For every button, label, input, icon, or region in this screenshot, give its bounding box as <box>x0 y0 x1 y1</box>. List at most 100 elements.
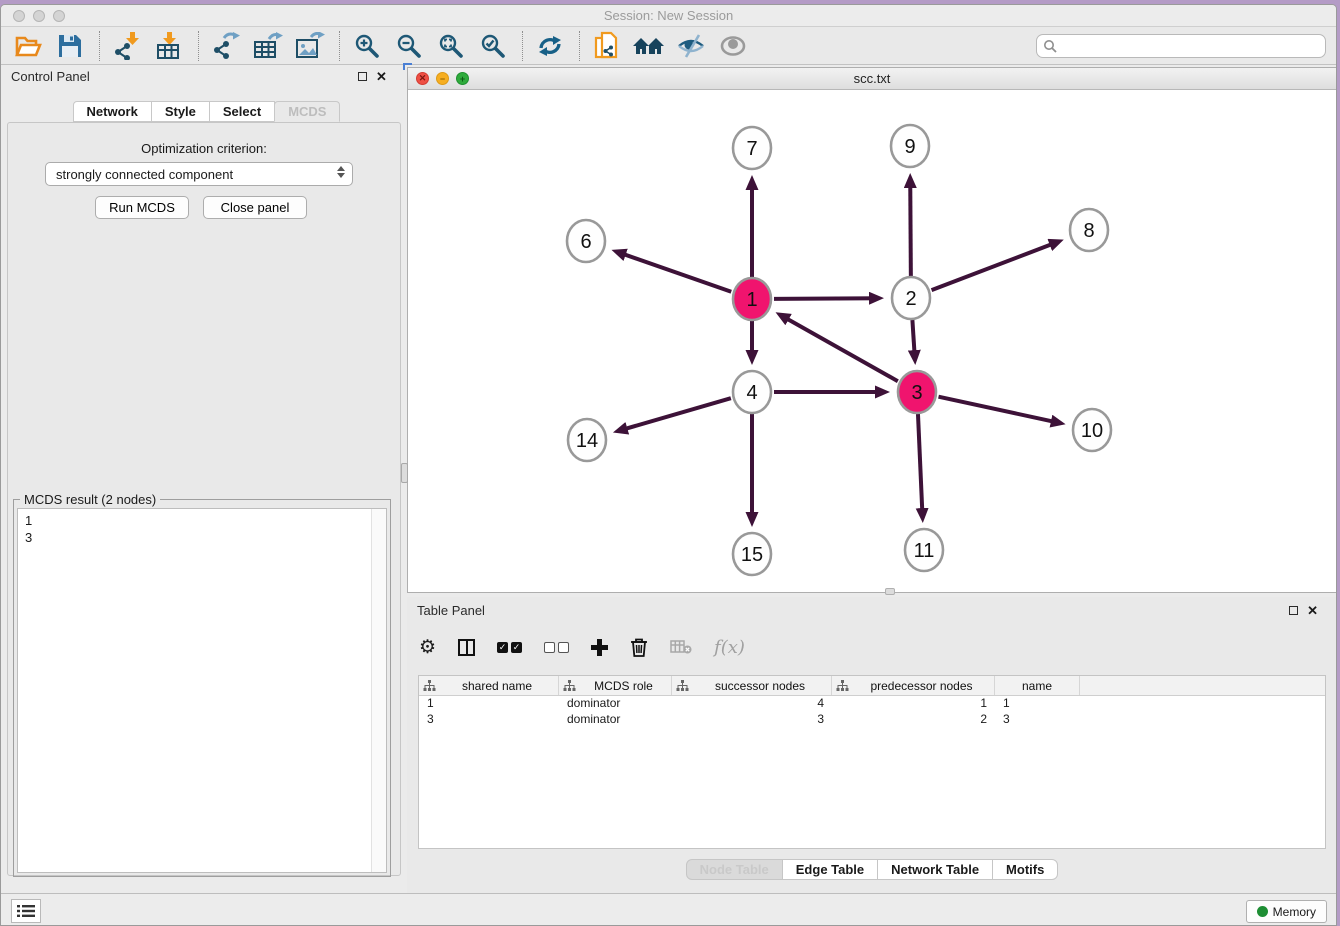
svg-text:9: 9 <box>904 136 915 158</box>
zoom-selected-icon[interactable] <box>476 30 510 62</box>
result-scrollbar[interactable] <box>371 509 386 872</box>
tab-style[interactable]: Style <box>151 101 210 122</box>
graph-edge-4-14[interactable] <box>618 398 731 431</box>
graph-node-8[interactable]: 8 <box>1070 209 1108 251</box>
hide-panels-icon[interactable] <box>674 30 708 62</box>
table-cell[interactable]: dominator <box>559 696 672 712</box>
graph-edge-3-10[interactable] <box>938 397 1060 424</box>
graph-node-7[interactable]: 7 <box>733 127 771 169</box>
search-icon <box>1043 39 1058 54</box>
tab-network[interactable]: Network <box>73 101 152 122</box>
open-session-icon[interactable] <box>11 30 45 62</box>
graph-edge-2-3[interactable] <box>912 320 915 360</box>
clone-network-icon[interactable] <box>590 30 624 62</box>
import-table-icon[interactable] <box>152 30 186 62</box>
table-cell[interactable]: 1 <box>995 696 1080 712</box>
column-header-predecessor-nodes[interactable]: predecessor nodes <box>832 676 995 695</box>
panel-splitter-handle[interactable] <box>401 463 408 483</box>
memory-button[interactable]: Memory <box>1246 900 1327 923</box>
graph-node-11[interactable]: 11 <box>905 529 943 571</box>
graph-edge-2-9[interactable] <box>910 178 911 276</box>
zoom-in-icon[interactable] <box>350 30 384 62</box>
table-toolbar: ⚙ ✓✓ f(x) <box>419 627 745 667</box>
graph-edge-2-8[interactable] <box>932 241 1060 290</box>
graph-node-1[interactable]: 1 <box>733 278 771 320</box>
optimization-criterion-select[interactable]: strongly connected component <box>45 162 353 186</box>
graph-node-14[interactable]: 14 <box>568 419 606 461</box>
float-table-panel-icon[interactable] <box>1289 606 1298 615</box>
tab-motifs[interactable]: Motifs <box>992 859 1058 880</box>
tab-edge-table[interactable]: Edge Table <box>782 859 878 880</box>
export-network-icon[interactable] <box>209 30 243 62</box>
zoom-fit-icon[interactable] <box>434 30 468 62</box>
save-session-icon[interactable] <box>53 30 87 62</box>
svg-text:10: 10 <box>1081 420 1103 442</box>
task-history-button[interactable] <box>11 899 41 923</box>
graph-node-15[interactable]: 15 <box>733 533 771 575</box>
export-table-icon[interactable] <box>251 30 285 62</box>
svg-text:4: 4 <box>746 382 757 404</box>
column-header-name[interactable]: name <box>995 676 1080 695</box>
column-header-successor-nodes[interactable]: successor nodes <box>672 676 832 695</box>
graph-edge-3-1[interactable] <box>780 315 898 381</box>
table-cell[interactable]: 1 <box>419 696 559 712</box>
tab-node-table[interactable]: Node Table <box>686 859 783 880</box>
function-builder-icon: f(x) <box>714 632 745 662</box>
table-cell[interactable]: dominator <box>559 712 672 728</box>
tab-select[interactable]: Select <box>209 101 275 122</box>
mcds-result-group: MCDS result (2 nodes) 13 <box>13 499 391 877</box>
graph-edge-1-6[interactable] <box>616 252 731 292</box>
graph-node-10[interactable]: 10 <box>1073 409 1111 451</box>
table-cell[interactable]: 3 <box>419 712 559 728</box>
close-panel-button[interactable]: Close panel <box>203 196 307 219</box>
network-canvas[interactable]: 7 9 6 8 1 2 4 3 14 10 15 11 <box>408 90 1336 592</box>
graph-node-2[interactable]: 2 <box>892 277 930 319</box>
graph-node-6[interactable]: 6 <box>567 220 605 262</box>
tab-network-table[interactable]: Network Table <box>877 859 993 880</box>
network-view-window: ✕ − + scc.txt 7 9 6 8 1 2 4 3 14 10 15 11 <box>407 67 1337 593</box>
table-cell[interactable]: 1 <box>832 696 995 712</box>
zoom-out-icon[interactable] <box>392 30 426 62</box>
add-column-icon[interactable] <box>591 632 608 662</box>
svg-text:14: 14 <box>576 430 598 452</box>
network-window-titlebar[interactable]: ✕ − + scc.txt <box>408 68 1336 90</box>
graph-edge-1-2[interactable] <box>774 298 879 299</box>
application-window: Session: New Session <box>0 4 1337 926</box>
column-header-MCDS-role[interactable]: MCDS role <box>559 676 672 695</box>
search-field[interactable] <box>1036 34 1326 58</box>
close-panel-icon[interactable]: ✕ <box>376 72 387 81</box>
tab-mcds[interactable]: MCDS <box>274 101 340 122</box>
float-panel-icon[interactable] <box>358 72 367 81</box>
graph-node-4[interactable]: 4 <box>733 371 771 413</box>
column-header-shared-name[interactable]: shared name <box>419 676 559 695</box>
table-cell[interactable]: 2 <box>832 712 995 728</box>
table-cell[interactable]: 3 <box>672 712 832 728</box>
show-panels-icon[interactable] <box>716 30 750 62</box>
search-input[interactable] <box>1058 37 1325 55</box>
table-settings-icon[interactable]: ⚙ <box>419 632 436 662</box>
split-panel-icon[interactable] <box>458 632 475 662</box>
select-all-columns-icon[interactable]: ✓✓ <box>497 632 522 662</box>
table-cell[interactable]: 4 <box>672 696 832 712</box>
close-table-panel-icon[interactable]: ✕ <box>1307 606 1318 615</box>
deselect-all-columns-icon[interactable] <box>544 632 569 662</box>
apply-layout-icon[interactable] <box>533 30 567 62</box>
graph-edge-3-11[interactable] <box>918 414 923 518</box>
mcds-result-box[interactable]: 13 <box>17 508 387 873</box>
status-bar: Memory <box>1 893 1336 926</box>
run-mcds-button[interactable]: Run MCDS <box>95 196 189 219</box>
delete-column-icon[interactable] <box>630 632 648 662</box>
export-image-icon[interactable] <box>293 30 327 62</box>
view-splitter-handle[interactable] <box>885 588 895 595</box>
table-row[interactable]: 3dominator323 <box>419 712 1325 728</box>
table-cell[interactable]: 3 <box>995 712 1080 728</box>
import-network-icon[interactable] <box>110 30 144 62</box>
graph-node-3[interactable]: 3 <box>898 371 936 413</box>
table-row[interactable]: 1dominator411 <box>419 696 1325 712</box>
table-panel: Table Panel ✕ ⚙ ✓✓ f(x) shared nameMCDS … <box>407 597 1337 893</box>
table-panel-tabs: Node TableEdge TableNetwork TableMotifs <box>407 859 1337 880</box>
open-browser-icon[interactable] <box>632 30 666 62</box>
node-table: shared nameMCDS rolesuccessor nodesprede… <box>418 675 1326 849</box>
main-toolbar <box>1 27 1336 65</box>
graph-node-9[interactable]: 9 <box>891 125 929 167</box>
